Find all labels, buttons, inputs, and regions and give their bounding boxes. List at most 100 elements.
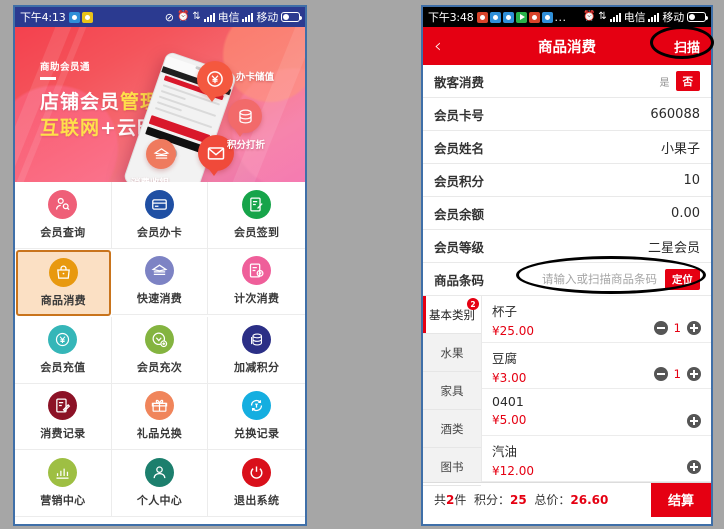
category-item-basic[interactable]: 基本类别 2 [423, 296, 481, 334]
back-button[interactable]: ‹ [434, 36, 460, 56]
total-label: 总价： [534, 493, 571, 507]
category-item-fruit[interactable]: 水果 [423, 334, 481, 372]
coins-icon [228, 99, 262, 137]
plus-icon[interactable] [687, 460, 701, 474]
grid-label: 消费记录 [40, 427, 86, 441]
signal-bars-icon-2 [648, 12, 660, 22]
person-icon [144, 457, 174, 487]
page-title: 商品消费 [538, 39, 596, 56]
info-label: 商品条码 [434, 272, 485, 288]
plus-icon[interactable] [687, 367, 701, 381]
quantity-stepper[interactable]: 1 [653, 320, 701, 335]
yellow-app-icon [81, 11, 93, 23]
checkout-footer: 共2件 积分：25 总价：26.60 结算 [423, 482, 711, 517]
screenshot-stage: 下午4:13 ⊘ ⏰ ⇅ 电信 移动 商助会员通 店铺会员 互联网+ 办卡储值 … [0, 0, 724, 529]
grid-item-adjust-points[interactable]: 加减积分 [208, 317, 305, 384]
grid-label: 会员充值 [40, 360, 86, 374]
product-name: 0401 [492, 394, 524, 409]
plus-icon[interactable] [687, 413, 701, 428]
feature-label-1: 积分打折 [227, 140, 266, 151]
product-row[interactable]: 杯子 ¥25.00 1 [482, 296, 711, 343]
barcode-input-group[interactable]: 请输入或扫描商品条码 定位 [542, 268, 700, 290]
recharge-yen-icon [48, 324, 78, 354]
right-status-bar: 下午3:48 ... ⏰ ⇅ 电信 移动 [423, 7, 711, 27]
toggle-option-no[interactable]: 否 [675, 71, 700, 91]
info-label: 会员积分 [434, 173, 485, 189]
right-status-app-icons: ... [476, 11, 567, 24]
grid-item-marketing-center[interactable]: 营销中心 [15, 450, 112, 517]
grid-item-gift-exchange[interactable]: 礼品兑换 [111, 383, 209, 450]
grid-item-member-query[interactable]: 会员查询 [15, 182, 112, 249]
total-value: 26.60 [570, 493, 609, 507]
scan-button[interactable]: 扫描 [674, 37, 700, 56]
quantity-stepper[interactable] [687, 413, 701, 428]
info-label: 会员卡号 [434, 107, 485, 123]
grid-item-logout[interactable]: 退出系统 [208, 450, 305, 517]
left-status-bar: 下午4:13 ⊘ ⏰ ⇅ 电信 移动 [15, 7, 305, 27]
banner-line1-white: 店铺会员 [40, 91, 121, 113]
product-row[interactable]: 豆腐 ¥3.00 1 [482, 343, 711, 389]
battery-icon [281, 12, 302, 22]
product-qty: 1 [673, 320, 681, 335]
points-stack-icon [242, 324, 272, 354]
carrier-label-2: 移动 [662, 11, 684, 24]
minus-icon[interactable] [653, 320, 668, 335]
grid-item-exchange-record[interactable]: 兑换记录 [208, 383, 305, 450]
bar-chart-icon [48, 457, 78, 487]
cash-fast-icon [144, 256, 174, 286]
category-label: 酒类 [440, 421, 464, 436]
grid-item-personal-center[interactable]: 个人中心 [111, 450, 209, 517]
product-row[interactable]: 汽油 ¥12.00 [482, 436, 711, 482]
quantity-stepper[interactable]: 1 [653, 367, 701, 381]
signal-bars-icon-1 [609, 12, 621, 22]
product-row[interactable]: 0401 ¥5.00 [482, 389, 711, 436]
category-item-books[interactable]: 图书 [423, 448, 481, 486]
app-topbar: ‹ 商品消费 扫描 [423, 27, 711, 65]
quantity-stepper[interactable] [687, 460, 701, 474]
banner-rule [40, 77, 56, 80]
info-row-member-level: 会员等级 二星会员 [423, 230, 711, 263]
card-icon [144, 189, 174, 219]
grid-item-count-consume[interactable]: 计次消费 [208, 248, 305, 315]
points-label: 积分： [474, 493, 511, 507]
info-value: 小果子 [660, 141, 700, 157]
category-label: 基本类别 [429, 307, 475, 322]
cash-register-icon [146, 139, 176, 169]
count-suffix: 件 [454, 493, 467, 507]
green-play-icon [515, 11, 527, 23]
locate-button[interactable]: 定位 [665, 268, 700, 290]
grid-item-product-consume[interactable]: 商品消费 [16, 249, 111, 316]
grid-item-member-recharge[interactable]: 会员充值 [15, 317, 112, 384]
left-status-app-icons [68, 11, 93, 23]
blue-app-icon [541, 11, 553, 23]
right-phone-screen: 下午3:48 ... ⏰ ⇅ 电信 移动 ‹ 商品消费 扫描 散客消费 是 否 … [421, 5, 713, 526]
grid-item-member-card[interactable]: 会员办卡 [111, 182, 209, 249]
minus-icon[interactable] [653, 367, 668, 381]
grid-label: 个人中心 [136, 493, 183, 507]
checkout-button[interactable]: 结算 [651, 482, 711, 517]
grid-label: 礼品兑换 [136, 427, 183, 441]
category-item-furniture[interactable]: 家具 [423, 372, 481, 410]
sync-icon: ⇅ [598, 11, 607, 22]
points-value: 25 [510, 493, 527, 507]
promo-banner[interactable]: 商助会员通 店铺会员管理专家 互联网+云时代 [15, 27, 305, 182]
power-icon [242, 457, 272, 487]
member-search-icon [48, 189, 78, 219]
walkin-toggle[interactable]: 是 否 [660, 71, 700, 91]
toggle-option-yes[interactable]: 是 [660, 74, 670, 89]
right-status-indicators: ⏰ ⇅ 电信 移动 [583, 9, 708, 25]
grid-item-fast-consume[interactable]: 快速消费 [111, 248, 209, 315]
grid-item-member-checkin[interactable]: 会员签到 [208, 182, 305, 249]
grid-item-consume-record[interactable]: 消费记录 [15, 383, 112, 450]
red-app-icon [476, 11, 488, 23]
carrier-label-1: 电信 [623, 11, 646, 24]
count-consume-icon [242, 256, 272, 286]
barcode-input[interactable]: 请输入或扫描商品条码 [542, 271, 657, 287]
category-item-alcohol[interactable]: 酒类 [423, 410, 481, 448]
info-row-barcode: 商品条码 请输入或扫描商品条码 定位 [423, 263, 711, 296]
function-grid: 会员查询 会员办卡 会员签到 商品消费 快速消费 计次消费 会员充值 会员充次 … [15, 182, 305, 517]
grid-item-add-times[interactable]: 会员充次 [111, 317, 209, 384]
battery-icon [687, 12, 708, 22]
banner-subtitle: 商助会员通 [40, 62, 91, 73]
plus-icon[interactable] [687, 320, 701, 335]
